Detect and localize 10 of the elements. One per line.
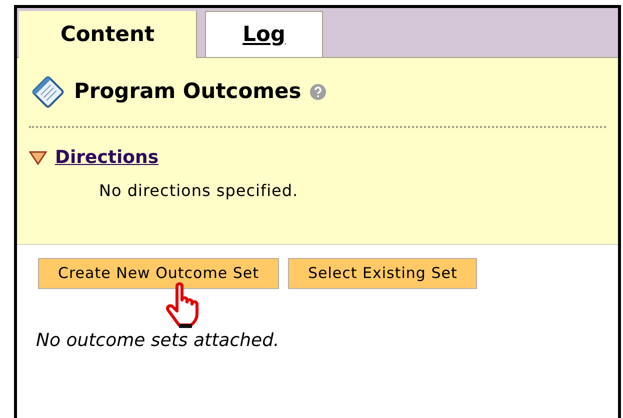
empty-message: No outcome sets attached. xyxy=(36,329,280,353)
action-button[interactable]: Create New Outcome Set xyxy=(38,258,279,289)
directions-link[interactable]: Directions xyxy=(55,144,159,171)
action-button[interactable]: Select Existing Set xyxy=(288,258,478,289)
tab[interactable]: Log xyxy=(205,11,323,57)
help-icon[interactable] xyxy=(309,83,328,101)
triangle-icon[interactable] xyxy=(29,150,47,164)
page-title: Program Outcomes xyxy=(74,78,302,106)
tab[interactable]: Content xyxy=(19,11,197,58)
directions-text: No directions specified. xyxy=(99,180,300,202)
